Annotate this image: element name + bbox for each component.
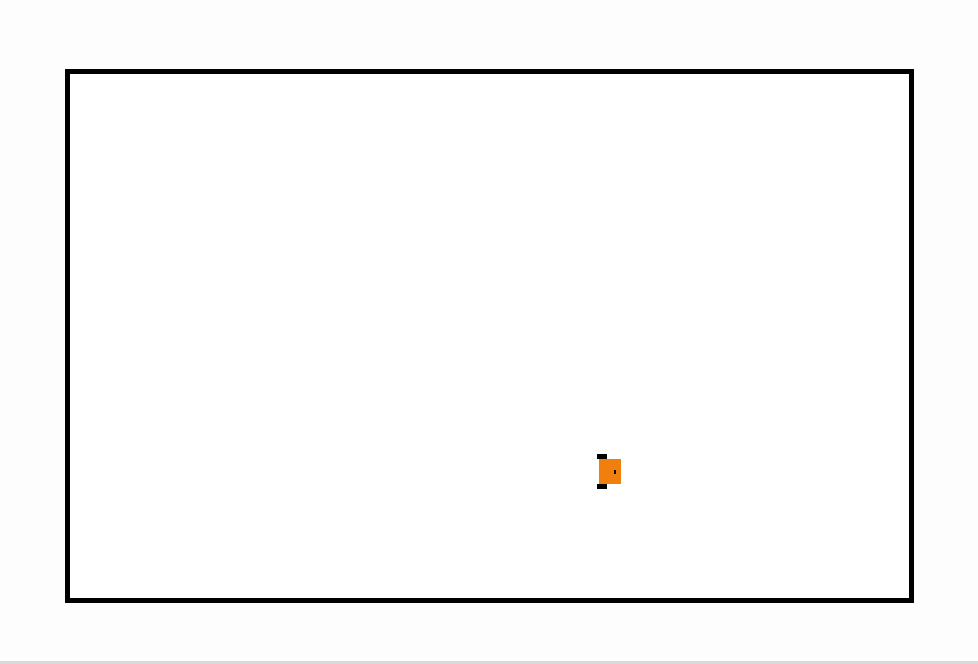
robot-sensor-icon	[614, 470, 616, 474]
arena-boundary	[65, 69, 914, 603]
game-canvas	[0, 0, 978, 664]
robot-body	[599, 459, 621, 484]
robot-agent	[597, 454, 623, 490]
robot-wheel-right	[597, 484, 607, 489]
